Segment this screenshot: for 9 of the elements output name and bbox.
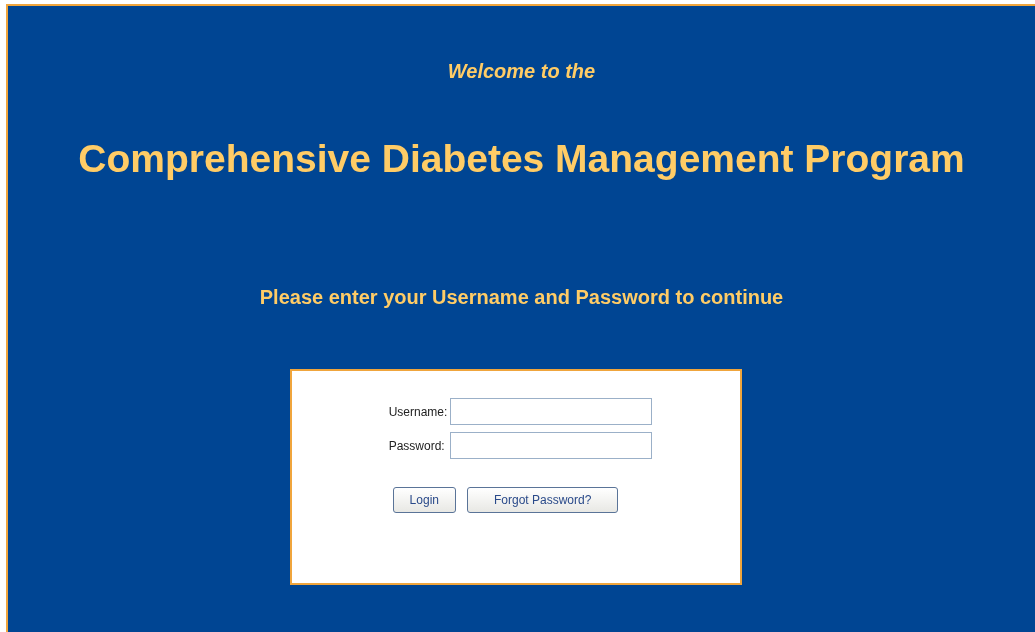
login-prompt: Please enter your Username and Password to continue <box>259 286 784 309</box>
login-button[interactable]: Login <box>392 487 456 513</box>
forgot-password-button[interactable]: Forgot Password? <box>467 487 619 513</box>
field-label: Password: <box>388 438 446 453</box>
password-field[interactable] <box>450 432 653 459</box>
welcome-text: Welcome to the <box>447 60 596 83</box>
field-label: Username: <box>388 404 448 419</box>
username-field[interactable] <box>450 398 653 425</box>
program-title: Comprehensive Diabetes Management Program <box>78 137 965 181</box>
